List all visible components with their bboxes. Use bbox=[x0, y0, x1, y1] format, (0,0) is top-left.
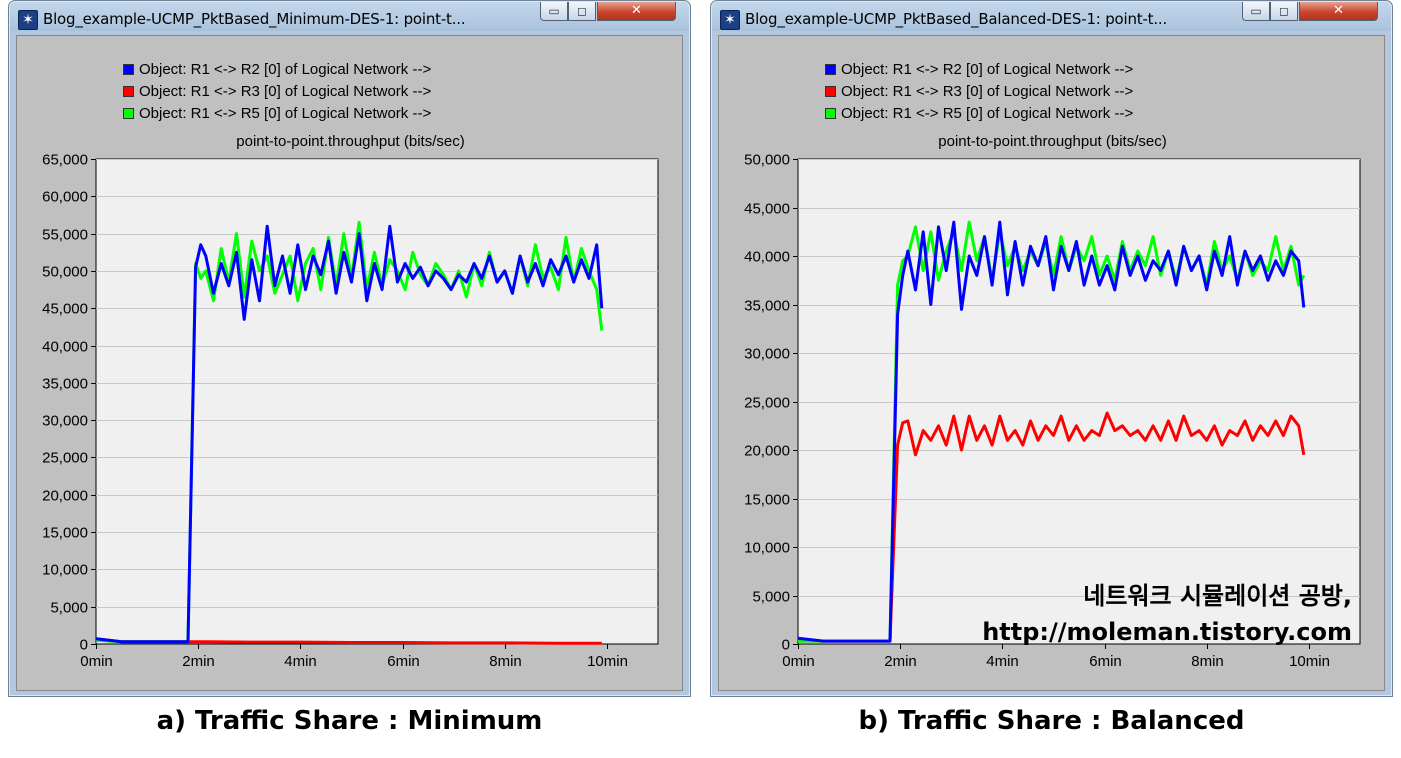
chart-window-minimum: ✶ Blog_example-UCMP_PktBased_Minimum-DES… bbox=[8, 0, 691, 697]
x-tick-label: 8min bbox=[1191, 653, 1224, 670]
y-tick-label: 40,000 bbox=[744, 249, 790, 266]
x-tick-label: 4min bbox=[986, 653, 1019, 670]
plot-area bbox=[95, 158, 659, 645]
window-title: Blog_example-UCMP_PktBased_Minimum-DES-1… bbox=[43, 10, 466, 28]
x-tick-label: 0min bbox=[782, 653, 815, 670]
x-tick-label: 10min bbox=[587, 653, 628, 670]
y-tick-label: 15,000 bbox=[744, 492, 790, 509]
line-chart-minimum: 0 5,000 10,000 15,000 20,000 25,000 30,000 35,0… bbox=[42, 152, 659, 670]
window-titlebar[interactable]: ✶ Blog_example-UCMP_PktBased_Balanced-DE… bbox=[711, 1, 1392, 35]
chart-panel: Object: R1 <-> R2 [0] of Logical Network… bbox=[16, 35, 683, 691]
minimize-button[interactable]: ▭ bbox=[540, 2, 568, 21]
x-tick-label: 2min bbox=[182, 653, 215, 670]
maximize-button[interactable]: ◻ bbox=[1270, 2, 1298, 21]
x-tick-label: 10min bbox=[1289, 653, 1330, 670]
x-tick-label: 0min bbox=[80, 653, 113, 670]
window-titlebar[interactable]: ✶ Blog_example-UCMP_PktBased_Minimum-DES… bbox=[9, 1, 690, 35]
x-tick-label: 2min bbox=[884, 653, 917, 670]
x-tick-label: 6min bbox=[387, 653, 420, 670]
watermark-line-2: http://moleman.tistory.com bbox=[982, 618, 1352, 646]
y-tick-label: 25,000 bbox=[744, 395, 790, 412]
caption-balanced: b) Traffic Share : Balanced bbox=[858, 706, 1245, 736]
y-tick-label: 55,000 bbox=[42, 227, 88, 244]
y-tick-label: 50,000 bbox=[42, 264, 88, 281]
y-tick-label: 35,000 bbox=[42, 376, 88, 393]
minimize-button[interactable]: ▭ bbox=[1242, 2, 1270, 21]
close-button[interactable]: ✕ bbox=[1299, 2, 1378, 21]
y-tick-label: 15,000 bbox=[42, 525, 88, 542]
y-tick-label: 40,000 bbox=[42, 339, 88, 356]
close-button[interactable]: ✕ bbox=[597, 2, 676, 21]
chart-window-balanced: ✶ Blog_example-UCMP_PktBased_Balanced-DE… bbox=[710, 0, 1393, 697]
y-tick-label: 20,000 bbox=[42, 488, 88, 505]
y-tick-label: 10,000 bbox=[42, 562, 88, 579]
watermark: 네트워크 시뮬레이션 공방, http://moleman.tistory.co… bbox=[982, 578, 1352, 650]
y-tick-label: 45,000 bbox=[744, 201, 790, 218]
app-star-icon: ✶ bbox=[18, 10, 38, 30]
y-tick-label: 5,000 bbox=[50, 600, 88, 617]
y-tick-label: 0 bbox=[80, 637, 88, 654]
y-tick-label: 20,000 bbox=[744, 443, 790, 460]
y-tick-label: 60,000 bbox=[42, 189, 88, 206]
window-title: Blog_example-UCMP_PktBased_Balanced-DES-… bbox=[745, 10, 1168, 28]
y-tick-label: 25,000 bbox=[42, 450, 88, 467]
y-tick-label: 35,000 bbox=[744, 298, 790, 315]
y-tick-label: 30,000 bbox=[42, 413, 88, 430]
plot-area bbox=[797, 158, 1361, 645]
y-tick-label: 10,000 bbox=[744, 540, 790, 557]
caption-minimum: a) Traffic Share : Minimum bbox=[156, 706, 543, 736]
x-tick-label: 4min bbox=[284, 653, 317, 670]
y-tick-label: 65,000 bbox=[42, 152, 88, 169]
x-tick-label: 8min bbox=[489, 653, 522, 670]
app-star-icon: ✶ bbox=[720, 10, 740, 30]
y-tick-label: 0 bbox=[782, 637, 790, 654]
y-tick-label: 5,000 bbox=[752, 589, 790, 606]
watermark-line-1: 네트워크 시뮬레이션 공방, bbox=[1083, 582, 1352, 610]
y-tick-label: 45,000 bbox=[42, 301, 88, 318]
y-tick-label: 50,000 bbox=[744, 152, 790, 169]
y-tick-label: 30,000 bbox=[744, 346, 790, 363]
x-tick-label: 6min bbox=[1089, 653, 1122, 670]
maximize-button[interactable]: ◻ bbox=[568, 2, 596, 21]
chart-panel: Object: R1 <-> R2 [0] of Logical Network… bbox=[718, 35, 1385, 691]
